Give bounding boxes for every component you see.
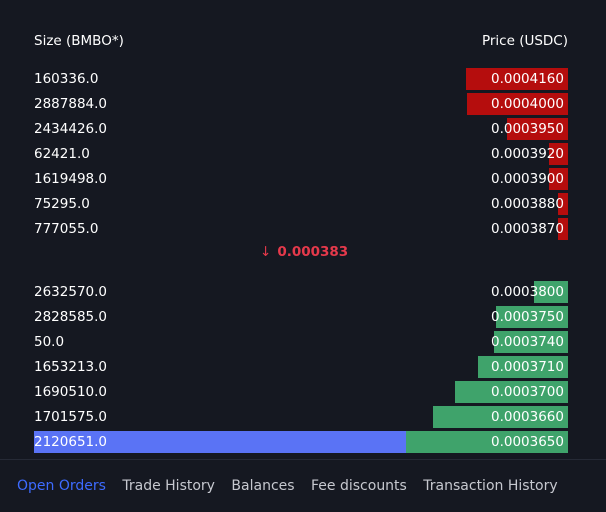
tab-balances[interactable]: Balances xyxy=(231,478,294,494)
ask-row[interactable]: 777055.0 0.0003870 xyxy=(34,218,568,240)
ask-size: 62421.0 xyxy=(34,146,90,162)
bid-row[interactable]: 2828585.0 0.0003750 xyxy=(34,306,568,328)
bid-price: 0.0003700 xyxy=(490,384,564,400)
tab-trade-history[interactable]: Trade History xyxy=(122,478,215,494)
ask-size: 1619498.0 xyxy=(34,171,108,187)
bid-size: 1701575.0 xyxy=(34,409,108,425)
bid-price: 0.0003740 xyxy=(490,334,564,350)
ask-row[interactable]: 2887884.0 0.0004000 xyxy=(34,93,568,115)
ask-price: 0.0003900 xyxy=(490,171,564,187)
bid-row[interactable]: 50.0 0.0003740 xyxy=(34,331,568,353)
bid-row[interactable]: 1653213.0 0.0003710 xyxy=(34,356,568,378)
ask-price: 0.0004160 xyxy=(490,71,564,87)
bid-price: 0.0003710 xyxy=(490,359,564,375)
ask-price: 0.0003870 xyxy=(490,221,564,237)
size-column-header: Size (BMBO*) xyxy=(34,33,124,49)
ask-price: 0.0003950 xyxy=(490,121,564,137)
bid-row[interactable]: 2632570.0 0.0003800 xyxy=(34,281,568,303)
bid-price: 0.0003750 xyxy=(490,309,564,325)
bid-price: 0.0003650 xyxy=(490,434,564,450)
bid-size: 2632570.0 xyxy=(34,284,108,300)
spread-indicator: ↓ 0.000383 xyxy=(260,244,348,266)
tab-open-orders[interactable]: Open Orders xyxy=(17,478,106,494)
bid-size: 2120651.0 xyxy=(34,434,108,450)
arrow-down-icon: ↓ xyxy=(260,244,272,260)
ask-price: 0.0004000 xyxy=(490,96,564,112)
bid-row[interactable]: 1690510.0 0.0003700 xyxy=(34,381,568,403)
ask-size: 2434426.0 xyxy=(34,121,108,137)
bid-size: 1653213.0 xyxy=(34,359,108,375)
bid-size: 2828585.0 xyxy=(34,309,108,325)
ask-price: 0.0003920 xyxy=(490,146,564,162)
ask-row[interactable]: 62421.0 0.0003920 xyxy=(34,143,568,165)
order-book: Size (BMBO*) Price (USDC) 160336.0 0.0004… xyxy=(34,0,568,460)
spread-value: 0.000383 xyxy=(277,244,349,260)
ask-row[interactable]: 160336.0 0.0004160 xyxy=(34,68,568,90)
ask-size: 160336.0 xyxy=(34,71,99,87)
bid-row[interactable]: 2120651.0 0.0003650 xyxy=(34,431,568,453)
bid-size: 1690510.0 xyxy=(34,384,108,400)
tab-fee-discounts[interactable]: Fee discounts xyxy=(311,478,407,494)
tab-transaction-history[interactable]: Transaction History xyxy=(423,478,557,494)
bottom-tabs: Open Orders Trade History Balances Fee d… xyxy=(17,478,570,500)
tabs-divider xyxy=(0,459,606,460)
ask-row[interactable]: 75295.0 0.0003880 xyxy=(34,193,568,215)
price-column-header: Price (USDC) xyxy=(481,33,568,49)
order-book-header: Size (BMBO*) Price (USDC) xyxy=(34,33,568,53)
ask-price: 0.0003880 xyxy=(490,196,564,212)
bid-row[interactable]: 1701575.0 0.0003660 xyxy=(34,406,568,428)
ask-row[interactable]: 2434426.0 0.0003950 xyxy=(34,118,568,140)
ask-size: 75295.0 xyxy=(34,196,90,212)
bid-price: 0.0003800 xyxy=(490,284,564,300)
ask-size: 2887884.0 xyxy=(34,96,108,112)
bid-price: 0.0003660 xyxy=(490,409,564,425)
bid-size: 50.0 xyxy=(34,334,65,350)
ask-row[interactable]: 1619498.0 0.0003900 xyxy=(34,168,568,190)
ask-size: 777055.0 xyxy=(34,221,99,237)
